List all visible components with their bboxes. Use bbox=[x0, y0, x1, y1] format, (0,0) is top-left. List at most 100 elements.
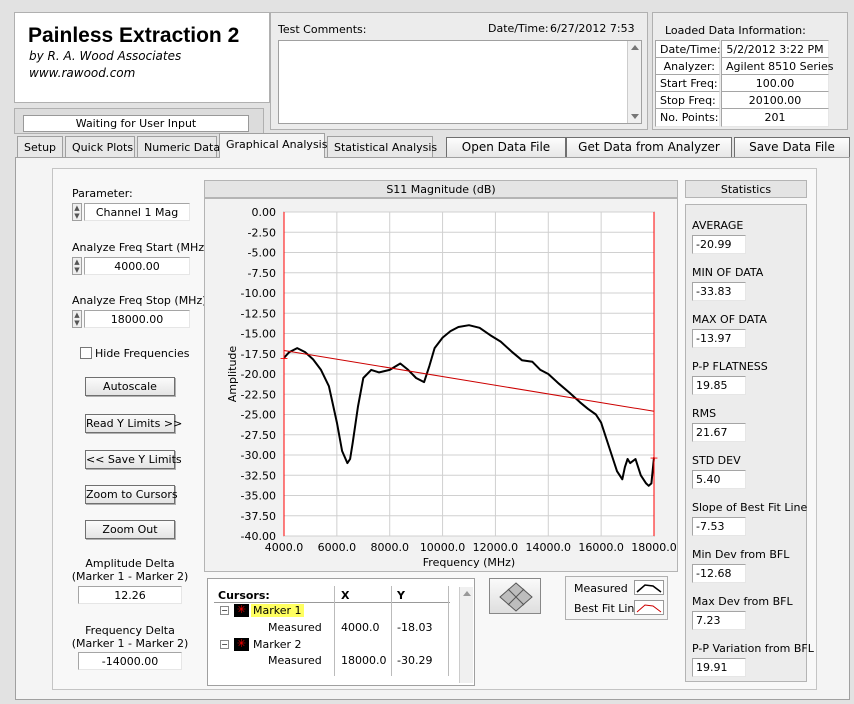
stat-pp-flatness-value: 19.85 bbox=[692, 376, 746, 395]
marker1-y: -18.03 bbox=[397, 621, 433, 634]
stats-title-bar: Statistics bbox=[685, 180, 807, 198]
parameter-select[interactable]: Channel 1 Mag bbox=[84, 203, 190, 221]
pan-arrows-icon[interactable] bbox=[490, 579, 542, 615]
stat-max-dev-label: Max Dev from BFL bbox=[692, 595, 793, 608]
info-value-points: 201 bbox=[721, 108, 829, 127]
stop-freq-spinner[interactable]: ▲ ▼ bbox=[72, 310, 82, 328]
stop-freq-input[interactable]: 18000.00 bbox=[84, 310, 190, 328]
legend-bfl-swatch bbox=[634, 600, 664, 615]
frequency-delta-sublabel: (Marker 1 - Marker 2) bbox=[71, 637, 189, 650]
x-tick-label: 12000.0 bbox=[473, 541, 519, 554]
marker1-sub: Measured bbox=[268, 621, 322, 634]
start-freq-label: Analyze Freq Start (MHz) bbox=[72, 241, 209, 254]
stat-min-value: -33.83 bbox=[692, 282, 746, 301]
stat-max-label: MAX OF DATA bbox=[692, 313, 767, 326]
marker2-expand-icon[interactable]: − bbox=[220, 640, 229, 649]
tab-setup[interactable]: Setup bbox=[17, 136, 63, 157]
cursor-scroll-up-icon[interactable] bbox=[463, 591, 471, 596]
stats-title: Statistics bbox=[720, 183, 772, 196]
marker2-y: -30.29 bbox=[397, 654, 433, 667]
x-tick-label: 18000.0 bbox=[631, 541, 677, 554]
chart-title: S11 Magnitude (dB) bbox=[386, 183, 496, 196]
chart-legend: Measured Best Fit Line bbox=[565, 576, 668, 620]
chart-title-bar: S11 Magnitude (dB) bbox=[204, 180, 678, 198]
start-freq-spinner[interactable]: ▲ ▼ bbox=[72, 257, 82, 275]
tab-numeric-data[interactable]: Numeric Data bbox=[137, 136, 220, 157]
zoom-to-cursors-button[interactable]: Zoom to Cursors bbox=[85, 485, 178, 504]
x-tick-label: 10000.0 bbox=[420, 541, 466, 554]
x-axis-label: Frequency (MHz) bbox=[423, 556, 515, 569]
s11-chart[interactable]: 0.00 -2.50 -5.00 -7.50 -10.00 -12.50 -15.00 -17… bbox=[204, 198, 678, 572]
stat-std-dev-value: 5.40 bbox=[692, 470, 746, 489]
datetime-label: Date/Time: bbox=[488, 22, 549, 35]
y-tick-label: -12.50 bbox=[241, 307, 276, 320]
y-tick-label: -10.00 bbox=[241, 287, 276, 300]
parameter-spinner[interactable]: ▲ ▼ bbox=[72, 203, 82, 221]
y-tick-label: 0.00 bbox=[252, 206, 277, 219]
amplitude-delta-value: 12.26 bbox=[78, 586, 182, 604]
y-tick-label: -2.50 bbox=[248, 226, 276, 239]
marker1-name[interactable]: Marker 1 bbox=[251, 604, 304, 617]
x-tick-label: 4000.0 bbox=[265, 541, 304, 554]
company-name: by R. A. Wood Associates bbox=[29, 49, 182, 63]
x-tick-label: 14000.0 bbox=[526, 541, 572, 554]
stat-max-dev-value: 7.23 bbox=[692, 611, 746, 630]
stat-rms-value: 21.67 bbox=[692, 423, 746, 442]
comments-textarea[interactable] bbox=[278, 40, 642, 124]
read-y-limits-button[interactable]: Read Y Limits >> bbox=[85, 414, 182, 433]
marker2-x: 18000.0 bbox=[341, 654, 387, 667]
save-y-limits-button[interactable]: << Save Y Limits bbox=[85, 450, 182, 469]
stat-rms-label: RMS bbox=[692, 407, 717, 420]
y-tick-label: -22.50 bbox=[241, 388, 276, 401]
marker2-swatch-icon: ✳ bbox=[234, 638, 249, 651]
app-title: Painless Extraction 2 bbox=[28, 24, 240, 47]
hide-frequencies-checkbox[interactable] bbox=[80, 347, 92, 359]
stat-std-dev-label: STD DEV bbox=[692, 454, 741, 467]
x-tick-label: 8000.0 bbox=[370, 541, 409, 554]
marker1-swatch-icon: ✳ bbox=[234, 604, 249, 617]
cursor-header-x: X bbox=[341, 589, 350, 602]
tab-statistical-analysis[interactable]: Statistical Analysis bbox=[327, 136, 437, 157]
comments-scrollbar[interactable] bbox=[627, 41, 641, 123]
loaded-info-title: Loaded Data Information: bbox=[665, 24, 806, 37]
stat-slope-label: Slope of Best Fit Line bbox=[692, 501, 808, 514]
y-tick-label: -32.50 bbox=[241, 469, 276, 482]
frequency-delta-label: Frequency Delta bbox=[85, 624, 175, 637]
cursor-panel: Cursors: X Y − ✳ Marker 1 Measured 4000.… bbox=[207, 578, 475, 686]
x-tick-label: 16000.0 bbox=[578, 541, 624, 554]
marker2-sub: Measured bbox=[268, 654, 322, 667]
tab-graphical-analysis[interactable]: Graphical Analysis bbox=[219, 133, 327, 158]
amplitude-delta-sublabel: (Marker 1 - Marker 2) bbox=[71, 570, 189, 583]
y-tick-label: -5.00 bbox=[248, 247, 276, 260]
zoom-out-button[interactable]: Zoom Out bbox=[85, 520, 175, 539]
stat-pp-variation-value: 19.91 bbox=[692, 658, 746, 677]
stat-max-value: -13.97 bbox=[692, 329, 746, 348]
y-tick-label: -7.50 bbox=[248, 267, 276, 280]
marker2-name[interactable]: Marker 2 bbox=[253, 638, 302, 651]
x-tick-label: 6000.0 bbox=[318, 541, 357, 554]
info-label-points: No. Points: bbox=[655, 108, 720, 127]
marker-1-point[interactable]: + bbox=[279, 352, 288, 365]
stat-average-label: AVERAGE bbox=[692, 219, 744, 232]
y-tick-label: -30.00 bbox=[241, 449, 276, 462]
y-tick-label: -20.00 bbox=[241, 368, 276, 381]
tab-quick-plots[interactable]: Quick Plots bbox=[65, 136, 135, 157]
get-data-button[interactable]: Get Data from Analyzer bbox=[566, 137, 732, 158]
autoscale-button[interactable]: Autoscale bbox=[85, 377, 175, 396]
y-tick-label: -25.00 bbox=[241, 409, 276, 422]
stat-average-value: -20.99 bbox=[692, 235, 746, 254]
marker-2-point[interactable]: + bbox=[649, 451, 658, 464]
open-data-file-button[interactable]: Open Data File bbox=[446, 137, 566, 158]
scroll-up-icon[interactable] bbox=[631, 45, 639, 50]
legend-bfl-label: Best Fit Line bbox=[574, 602, 642, 615]
marker1-expand-icon[interactable]: − bbox=[220, 606, 229, 615]
cursor-scrollbar[interactable] bbox=[459, 587, 473, 683]
y-axis-label: Amplitude bbox=[226, 346, 239, 403]
cursor-header-name: Cursors: bbox=[218, 589, 270, 602]
pan-navigator[interactable] bbox=[489, 578, 541, 614]
stop-freq-label: Analyze Freq Stop (MHz) bbox=[72, 294, 207, 307]
save-data-file-button[interactable]: Save Data File bbox=[734, 137, 850, 158]
start-freq-input[interactable]: 4000.00 bbox=[84, 257, 190, 275]
y-tick-label: -35.00 bbox=[241, 490, 276, 503]
scroll-down-icon[interactable] bbox=[631, 114, 639, 119]
